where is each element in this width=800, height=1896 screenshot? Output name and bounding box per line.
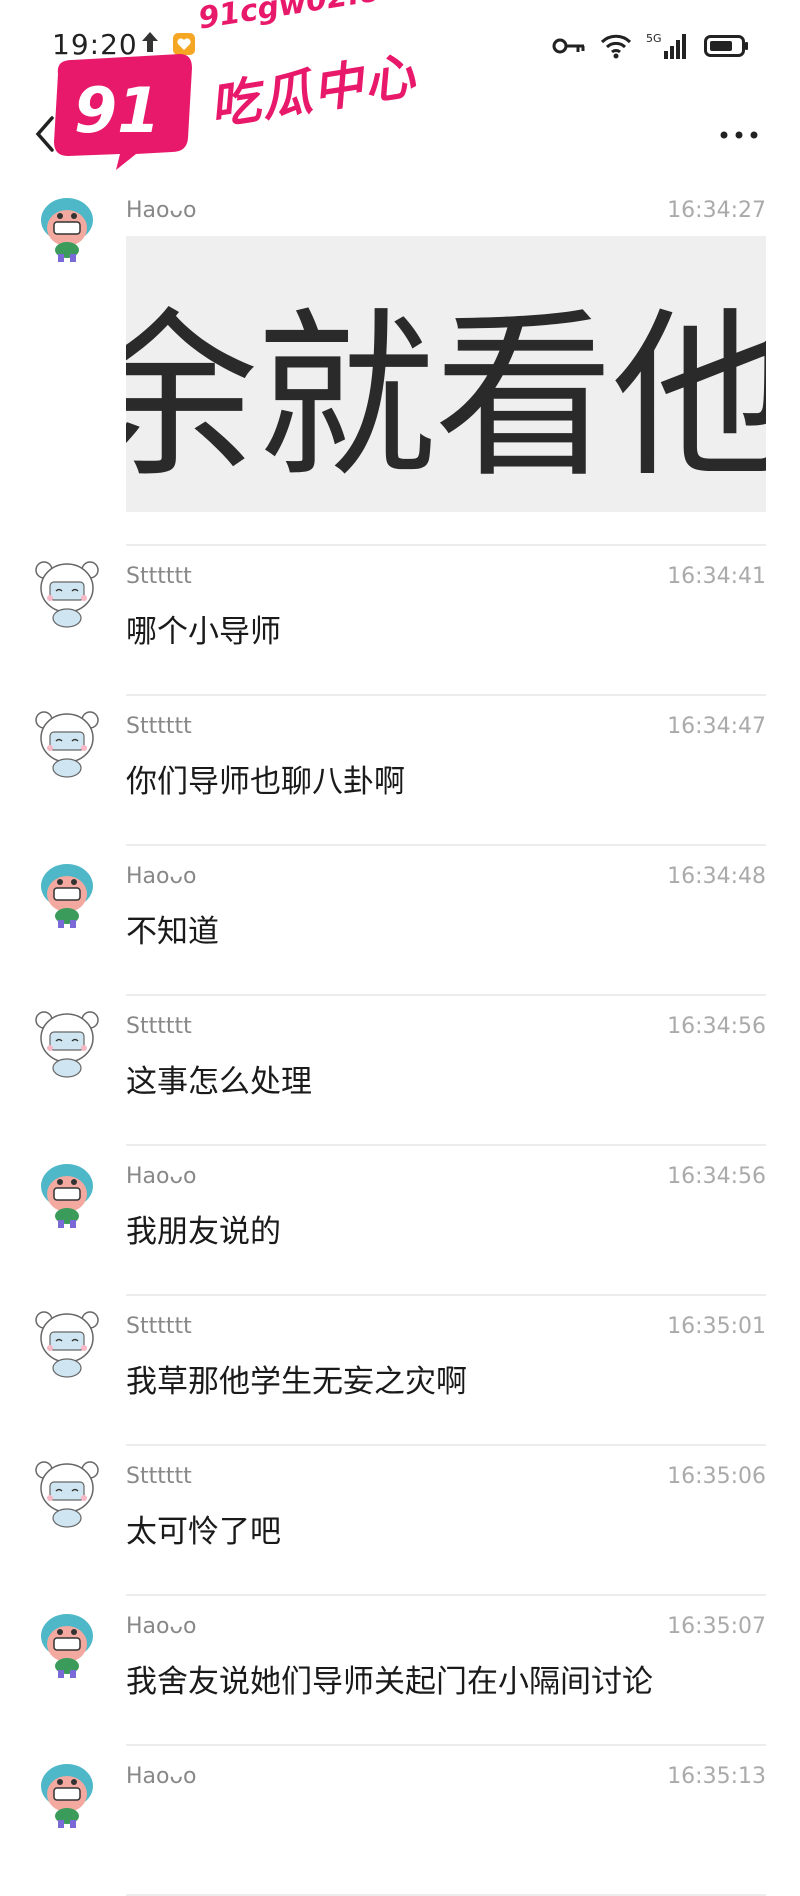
- message-text[interactable]: 我舍友说她们导师关起门在小隔间讨论: [126, 1656, 653, 1701]
- avatar-stttttt[interactable]: [30, 1306, 104, 1380]
- message-item: Haoᴗo 16:34:48 不知道: [0, 846, 800, 996]
- svg-text:91: 91: [74, 74, 160, 147]
- message-text[interactable]: 我草那他学生无妄之灾啊: [126, 1356, 467, 1401]
- avatar-stttttt[interactable]: [30, 1006, 104, 1080]
- sender-name: Stttttt: [126, 564, 192, 589]
- svg-text:5G: 5G: [646, 32, 662, 45]
- message-time: 16:35:13: [667, 1764, 766, 1789]
- sender-name: Stttttt: [126, 1314, 192, 1339]
- message-item: Stttttt 16:34:47 你们导师也聊八卦啊: [0, 696, 800, 846]
- wifi-icon: [600, 34, 632, 59]
- message-item: Stttttt 16:34:41 哪个小导师: [0, 546, 800, 696]
- watermark-badge: 91: [54, 54, 192, 170]
- message-text[interactable]: 太可怜了吧: [126, 1506, 281, 1551]
- sender-name: Stttttt: [126, 1464, 192, 1489]
- more-options-icon[interactable]: [714, 120, 764, 150]
- message-time: 16:34:27: [667, 198, 766, 223]
- avatar-stttttt[interactable]: [30, 1456, 104, 1530]
- avatar-haoo[interactable]: [30, 1756, 104, 1830]
- sender-name: Haoᴗo: [126, 864, 197, 889]
- sender-name: Haoᴗo: [126, 1764, 197, 1789]
- message-time: 16:35:01: [667, 1314, 766, 1339]
- avatar-haoo[interactable]: [30, 190, 104, 264]
- message-time: 16:34:56: [667, 1164, 766, 1189]
- message-item: Haoᴗo 16:35:07 我舍友说她们导师关起门在小隔间讨论: [0, 1596, 800, 1746]
- battery-icon: [704, 35, 748, 57]
- sender-name: Haoᴗo: [126, 198, 197, 223]
- image-message[interactable]: 余就看他: [126, 236, 766, 512]
- message-time: 16:34:48: [667, 864, 766, 889]
- vpn-key-icon: [552, 38, 585, 54]
- avatar-haoo[interactable]: [30, 856, 104, 930]
- sender-name: Stttttt: [126, 1014, 192, 1039]
- message-list: Haoᴗo 16:34:27 余就看他 Stttttt 16:34:41 哪个小导师…: [0, 180, 800, 1896]
- signal-5g-icon: 5G: [646, 32, 686, 59]
- message-time: 16:34:56: [667, 1014, 766, 1039]
- message-item: Haoᴗo 16:34:27 余就看他: [0, 180, 800, 546]
- avatar-stttttt[interactable]: [30, 706, 104, 780]
- message-item: Stttttt 16:35:06 太可怜了吧: [0, 1446, 800, 1596]
- upload-arrow-icon: [142, 32, 158, 52]
- sender-name: Haoᴗo: [126, 1164, 197, 1189]
- image-message-text: 余就看他: [126, 293, 766, 502]
- message-text[interactable]: 你们导师也聊八卦啊: [126, 756, 405, 801]
- message-text[interactable]: 我朋友说的: [126, 1206, 281, 1251]
- message-time: 16:34:47: [667, 714, 766, 739]
- sender-name: Haoᴗo: [126, 1614, 197, 1639]
- message-item: Stttttt 16:35:01 我草那他学生无妄之灾啊: [0, 1296, 800, 1446]
- message-text[interactable]: 不知道: [126, 906, 219, 951]
- message-text[interactable]: 哪个小导师: [126, 606, 281, 651]
- message-time: 16:35:07: [667, 1614, 766, 1639]
- message-item: Haoᴗo 16:35:13: [0, 1746, 800, 1896]
- message-time: 16:34:41: [667, 564, 766, 589]
- avatar-haoo[interactable]: [30, 1606, 104, 1680]
- message-item: Haoᴗo 16:34:56 我朋友说的: [0, 1146, 800, 1296]
- message-time: 16:35:06: [667, 1464, 766, 1489]
- avatar-stttttt[interactable]: [30, 556, 104, 630]
- message-item: Stttttt 16:34:56 这事怎么处理: [0, 996, 800, 1146]
- avatar-haoo[interactable]: [30, 1156, 104, 1230]
- sender-name: Stttttt: [126, 714, 192, 739]
- message-text[interactable]: 这事怎么处理: [126, 1056, 312, 1101]
